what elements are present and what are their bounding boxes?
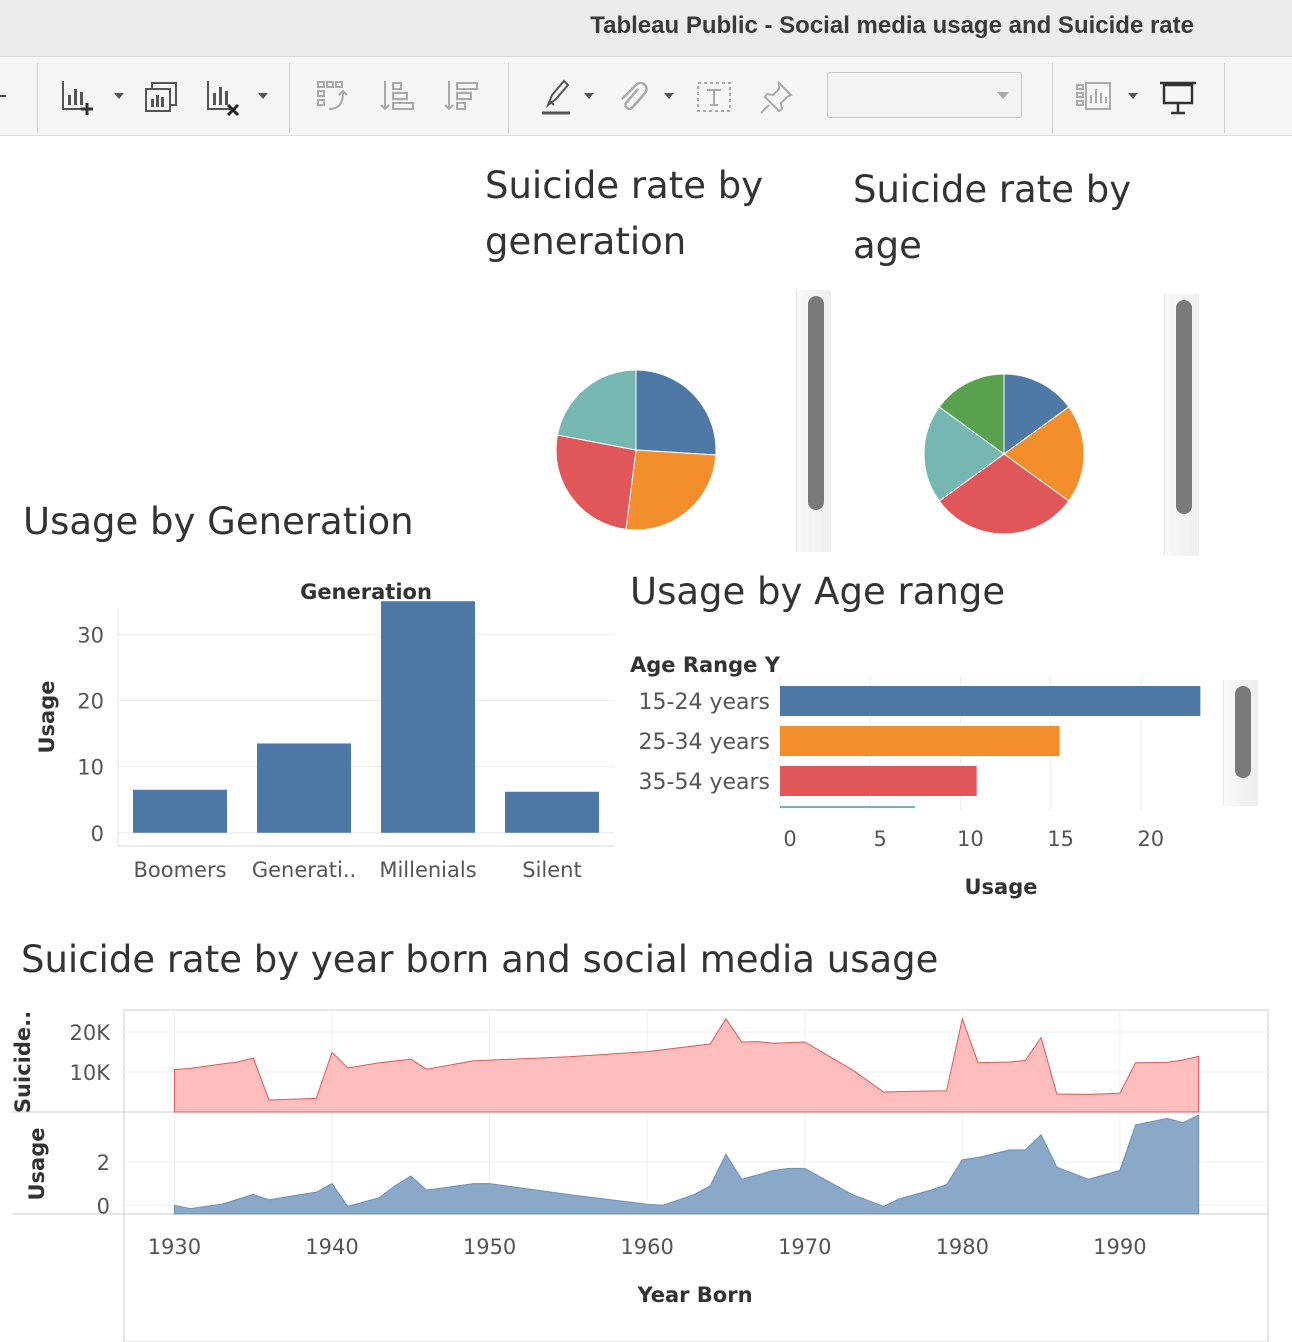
highlight-dropdown-icon[interactable] [584,93,594,99]
toolbar-separator [508,63,509,133]
pie-age-title-line1: Suicide rate by [853,168,1132,211]
show-me-icon[interactable] [1073,75,1117,119]
pie-age-title: Suicide rate by age [853,162,1131,274]
x-category-label: Silent [522,858,581,882]
bar-chart-age-range: Age Range Y 0 5 10 15 20 15-24 years 25-34 year… [630,653,1201,899]
year-born-title: Suicide rate by year born and social med… [21,938,939,981]
pie-generation-title-line1: Suicide rate by [485,164,764,207]
fit-selector[interactable] [827,72,1022,118]
area-series[interactable] [173,1114,1200,1215]
pie-age-scrollbar[interactable] [1164,294,1199,556]
toolbar [0,57,1292,136]
bar-header-label: Generation [300,580,432,604]
window-title: Tableau Public - Social media usage and … [590,12,1194,39]
pie-slice[interactable] [555,434,637,530]
pie-generation-title: Suicide rate by generation [485,158,763,270]
y-category-label: 15-24 years [639,690,770,715]
group-members-icon[interactable] [610,75,654,119]
pie-age-title-line2: age [853,224,922,267]
sort-descending-icon[interactable] [439,75,483,119]
window-title-bar: Tableau Public - Social media usage and … [0,0,1292,57]
area-series[interactable] [173,1016,1200,1113]
bar[interactable] [505,791,599,833]
x-tick-label: 15 [1047,827,1074,851]
x-category-label: Millenials [379,858,476,882]
x-tick-label: 1990 [1093,1235,1146,1259]
x-tick-label: 1970 [778,1235,831,1259]
y-tick-label: 0 [91,822,104,846]
group-members-dropdown-icon[interactable] [664,93,674,99]
clear-sheet-icon[interactable] [200,75,244,119]
x-tick-label: 20 [1137,827,1164,851]
y-axis-title: Usage [35,681,59,754]
swap-rows-columns-icon[interactable] [311,75,355,119]
y-tick-label: 10 [77,756,104,780]
toolbar-separator [1052,63,1053,133]
scrollbar-thumb[interactable] [1235,686,1251,778]
x-tick-label: 1980 [936,1235,989,1259]
new-worksheet-icon[interactable] [55,75,99,119]
y-axis-title: Usage [25,1128,49,1201]
pie-generation-scrollbar[interactable] [796,290,831,552]
bar[interactable] [133,789,227,833]
bar[interactable] [780,686,1201,716]
toolbar-separator [289,63,290,133]
duplicate-sheet-icon[interactable] [140,75,184,119]
bar-chart-generation: Generation 0 10 20 30 Usage Boomers Generati.. M… [35,580,614,882]
new-worksheet-dropdown-icon[interactable] [114,93,124,99]
y-axis-title: Suicide.. [11,1011,35,1113]
y-category-label: 25-34 years [639,730,770,755]
scrollbar-thumb[interactable] [808,296,824,510]
x-category-label: Boomers [133,858,226,882]
pie-chart-age[interactable] [914,364,1094,544]
x-tick-label: 1960 [620,1235,673,1259]
toolbar-separator [37,63,38,133]
y-tick-label: 20K [70,1021,112,1045]
x-tick-label: 1950 [463,1235,516,1259]
show-me-dropdown-icon[interactable] [1128,93,1138,99]
presentation-mode-icon[interactable] [1156,75,1200,119]
toolbar-separator [1224,63,1225,133]
pie-generation-title-line2: generation [485,220,687,263]
x-tick-label: 1930 [148,1235,201,1259]
x-tick-label: 1940 [305,1235,358,1259]
chevron-down-icon [997,92,1009,99]
pie-chart-generation[interactable] [546,360,726,540]
bar[interactable] [381,601,475,833]
y-category-label: 35-54 years [639,770,770,795]
x-tick-label: 0 [783,827,796,851]
bar[interactable] [780,726,1060,756]
y-tick-label: 10K [70,1061,112,1085]
highlight-icon[interactable] [534,75,578,119]
fix-axes-pin-icon[interactable] [755,75,799,119]
pie-slice[interactable] [625,449,717,531]
scrollbar-thumb[interactable] [1176,300,1192,514]
area-chart-year-born: 1930 1940 1950 1960 1970 1980 1990 Year Born 10K… [11,1009,1269,1342]
x-category-label: Generati.. [252,858,356,882]
sort-ascending-icon[interactable] [375,75,419,119]
x-axis-title: Usage [965,875,1038,899]
usage-age-title: Usage by Age range [630,570,1006,613]
pie-slice[interactable] [635,369,717,456]
x-axis-title: Year Born [636,1283,752,1307]
y-tick-label: 30 [77,623,104,647]
x-tick-label: 5 [874,827,887,851]
show-mark-labels-icon[interactable] [692,75,736,119]
y-tick-label: 20 [77,689,104,713]
usage-generation-title: Usage by Generation [23,500,414,543]
bar-header-label: Age Range Y [630,653,781,677]
clear-sheet-dropdown-icon[interactable] [258,93,268,99]
y-tick-label: 2 [97,1151,110,1175]
toolbar-overflow-icon[interactable] [0,95,6,97]
y-tick-label: 0 [97,1194,110,1218]
bar[interactable] [257,743,351,833]
bar[interactable] [780,766,977,796]
x-tick-label: 10 [957,827,984,851]
